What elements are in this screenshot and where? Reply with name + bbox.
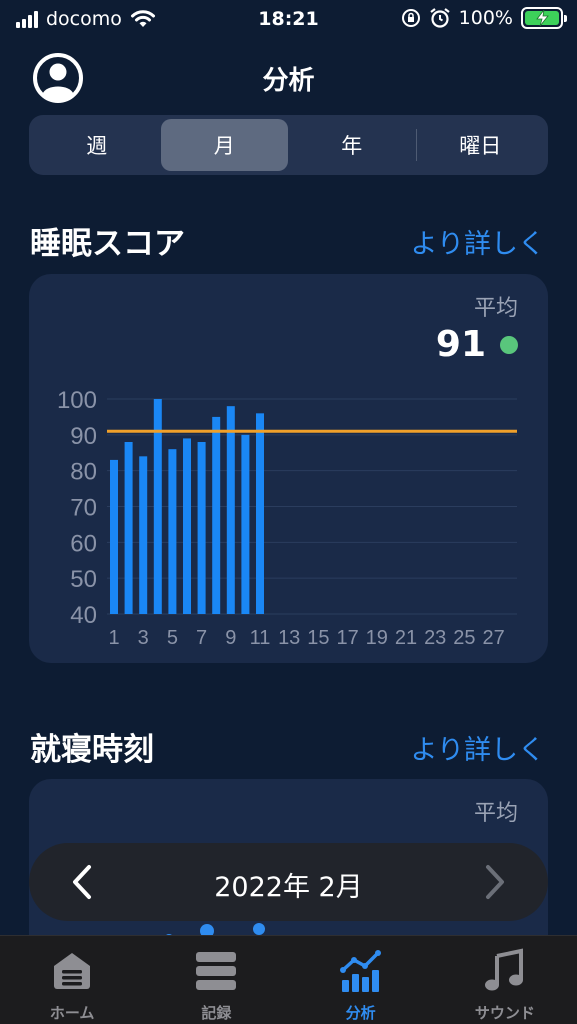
analysis-icon	[339, 950, 381, 992]
tab-weekday[interactable]: 曜日	[417, 119, 545, 171]
y-tick-label: 100	[57, 387, 97, 414]
music-note-icon	[484, 948, 523, 991]
bedtime-title: 就寝時刻	[30, 732, 154, 768]
y-tick-label: 50	[70, 566, 97, 593]
score-bar	[124, 442, 133, 614]
x-tick-label: 1	[108, 627, 119, 649]
score-bar	[168, 449, 177, 614]
sleep-score-more-link[interactable]: より詳しく	[411, 222, 545, 261]
x-tick-label: 5	[167, 627, 178, 649]
tab-month[interactable]: 月	[160, 119, 288, 171]
orientation-lock-icon	[401, 9, 420, 27]
x-tick-label: 13	[278, 627, 300, 649]
x-tick-label: 3	[138, 627, 149, 649]
score-bar	[212, 416, 221, 614]
status-bar: docomo 18:21 100%	[0, 0, 577, 40]
tab-year[interactable]: 年	[288, 119, 416, 171]
score-bar	[241, 434, 250, 614]
bedtime-more-link[interactable]: より詳しく	[411, 728, 545, 767]
page-title: 分析	[262, 66, 315, 96]
tab-sound[interactable]: サウンド	[433, 936, 577, 1024]
y-tick-label: 60	[70, 530, 97, 557]
x-tick-label: 11	[250, 627, 271, 649]
chevron-right-icon[interactable]	[474, 863, 512, 901]
y-tick-label: 90	[70, 423, 97, 450]
tab-label: 分析	[345, 1004, 376, 1022]
tab-records[interactable]: 記録	[144, 936, 288, 1024]
tab-bar: ホーム 記録 分析 サウンド	[0, 935, 577, 1024]
x-tick-label: 7	[196, 627, 207, 649]
score-bar	[226, 406, 235, 614]
battery-icon	[521, 7, 567, 29]
y-tick-label: 80	[70, 459, 97, 486]
charging-bolt-icon	[536, 10, 549, 26]
x-tick-label: 9	[225, 627, 236, 649]
sleep-score-chart: 4050607080901001 3 5 7 9 11 13 15 17 19 21 23 25 27	[57, 387, 517, 649]
x-tick-label: 19	[366, 627, 388, 649]
month-label: 2022年 2月	[214, 872, 363, 903]
score-bar	[110, 459, 118, 614]
y-tick-label: 70	[70, 495, 97, 522]
score-bar	[139, 456, 148, 614]
y-tick-label: 40	[70, 602, 97, 629]
x-tick-label: 17	[336, 627, 358, 649]
battery-percent: 100%	[458, 7, 513, 29]
x-tick-label: 25	[453, 627, 475, 649]
x-tick-label: 21	[395, 627, 417, 649]
score-bar	[197, 442, 206, 614]
score-bar	[183, 438, 191, 614]
records-icon	[196, 952, 237, 990]
tab-label: 記録	[201, 1004, 232, 1022]
tab-week[interactable]: 週	[33, 119, 161, 171]
tab-label: ホーム	[49, 1004, 95, 1022]
sleep-score-card[interactable]: 平均 91 40 50 60 70 80 90 100 1 3 5 7 9 11 13 15 17 19 21 23…	[29, 274, 548, 663]
bedtime-average-label: 平均	[473, 801, 518, 826]
month-navigator: 2022年 2月	[29, 843, 548, 921]
x-tick-label: 23	[424, 627, 446, 649]
x-tick-label: 15	[307, 627, 329, 649]
score-bar	[256, 413, 264, 614]
sleep-score-title: 睡眠スコア	[30, 226, 185, 262]
header: 分析	[0, 48, 577, 108]
period-segmented-control: 週 月 年 曜日	[29, 115, 548, 175]
tab-analysis[interactable]: 分析	[289, 936, 433, 1024]
x-tick-label: 27	[482, 627, 504, 649]
alarm-icon	[430, 8, 450, 28]
tab-label: サウンド	[474, 1004, 535, 1022]
tab-home[interactable]: ホーム	[0, 936, 144, 1024]
home-icon	[54, 953, 91, 989]
